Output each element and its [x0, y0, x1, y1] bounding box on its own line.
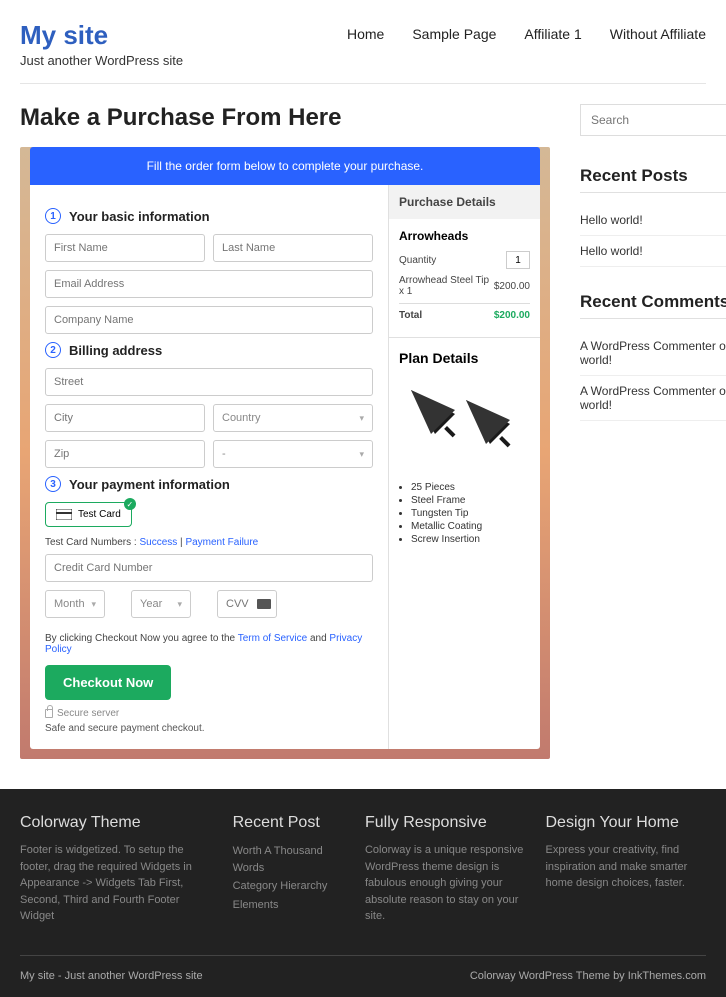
tcn-failure-link[interactable]: Payment Failure [185, 537, 258, 548]
secure-server-note: Secure server [45, 708, 373, 719]
feature-item: Steel Frame [411, 495, 530, 506]
city-input[interactable] [45, 404, 205, 432]
footer-col4-text: Express your creativity, find inspiratio… [545, 842, 706, 892]
email-input[interactable] [45, 270, 373, 298]
footer-post-link[interactable]: Elements [233, 896, 345, 915]
checkout-form: 1 Your basic information 2 Billing address… [30, 185, 388, 749]
checkout-button[interactable]: Checkout Now [45, 665, 171, 700]
line-item: Arrowhead Steel Tip x 1 [399, 275, 494, 297]
recent-post-link[interactable]: Hello world! [580, 236, 726, 267]
lock-icon [45, 709, 53, 718]
footer-col4-heading: Design Your Home [545, 814, 706, 832]
nav-without-affiliate[interactable]: Without Affiliate [610, 26, 706, 42]
footer-credit-right[interactable]: Colorway WordPress Theme by InkThemes.co… [470, 970, 706, 982]
total-value: $200.00 [494, 310, 530, 321]
card-icon [56, 509, 72, 520]
search-input[interactable] [591, 113, 726, 127]
nav-affiliate-1[interactable]: Affiliate 1 [524, 26, 581, 42]
state-select[interactable]: -▾ [213, 440, 373, 468]
plan-features-list: 25 Pieces Steel Frame Tungsten Tip Metal… [389, 474, 540, 562]
year-select[interactable]: Year▾ [131, 590, 191, 618]
first-name-input[interactable] [45, 234, 205, 262]
recent-comment-link[interactable]: A WordPress Commenter on Hello world! [580, 331, 726, 376]
feature-item: Tungsten Tip [411, 508, 530, 519]
brand: My site Just another WordPress site [20, 20, 183, 68]
chevron-down-icon: ▾ [359, 413, 364, 424]
line-price: $200.00 [494, 281, 530, 292]
page-title: Make a Purchase From Here [20, 104, 550, 132]
footer-col1-text: Footer is widgetized. To setup the foote… [20, 842, 213, 925]
purchase-form-wrap: Fill the order form below to complete yo… [20, 147, 550, 759]
month-select[interactable]: Month▾ [45, 590, 105, 618]
sidebar: Recent Posts Hello world! Hello world! R… [580, 104, 726, 759]
footer-col3-text: Colorway is a unique responsive WordPres… [365, 842, 526, 925]
footer-col1-heading: Colorway Theme [20, 814, 213, 832]
chevron-down-icon: ▾ [91, 599, 96, 610]
search-box[interactable] [580, 104, 726, 136]
nav-sample-page[interactable]: Sample Page [412, 26, 496, 42]
footer-post-link[interactable]: Worth A Thousand Words [233, 842, 345, 877]
last-name-input[interactable] [213, 234, 373, 262]
safe-checkout-note: Safe and secure payment checkout. [45, 723, 373, 734]
recent-post-link[interactable]: Hello world! [580, 205, 726, 236]
site-header: My site Just another WordPress site Home… [20, 20, 706, 84]
site-footer: Colorway Theme Footer is widgetized. To … [0, 789, 726, 997]
product-image [400, 379, 530, 469]
step-3-title: Your payment information [69, 477, 230, 492]
test-card-button[interactable]: Test Card [45, 502, 132, 527]
tcn-success-link[interactable]: Success [139, 537, 177, 548]
footer-post-link[interactable]: Category Hierarchy [233, 877, 345, 896]
nav-home[interactable]: Home [347, 26, 384, 42]
quantity-input[interactable] [506, 251, 530, 269]
feature-item: Metallic Coating [411, 521, 530, 532]
footer-credit-left: My site - Just another WordPress site [20, 970, 203, 982]
footer-col2-heading: Recent Post [233, 814, 345, 832]
step-1-title: Your basic information [69, 209, 210, 224]
recent-comment-link[interactable]: A WordPress Commenter on Hello world! [580, 376, 726, 421]
total-label: Total [399, 310, 422, 321]
site-tagline: Just another WordPress site [20, 53, 183, 68]
feature-item: Screw Insertion [411, 534, 530, 545]
recent-posts-heading: Recent Posts [580, 166, 726, 193]
checkout-disclaimer: By clicking Checkout Now you agree to th… [45, 633, 373, 655]
step-2-title: Billing address [69, 343, 162, 358]
test-card-numbers-note: Test Card Numbers : Success | Payment Fa… [45, 537, 373, 548]
chevron-down-icon: ▾ [359, 449, 364, 460]
main-nav: Home Sample Page Affiliate 1 Without Aff… [347, 20, 706, 42]
site-title[interactable]: My site [20, 20, 183, 51]
chevron-down-icon: ▾ [177, 599, 182, 610]
zip-input[interactable] [45, 440, 205, 468]
tos-link[interactable]: Term of Service [238, 633, 307, 644]
form-banner: Fill the order form below to complete yo… [30, 147, 540, 185]
step-1-icon: 1 [45, 208, 61, 224]
recent-comments-heading: Recent Comments [580, 292, 726, 319]
card-back-icon [257, 599, 271, 609]
purchase-details-panel: Purchase Details Arrowheads Quantity Arr… [388, 185, 540, 749]
country-select[interactable]: Country▾ [213, 404, 373, 432]
step-2-icon: 2 [45, 342, 61, 358]
company-input[interactable] [45, 306, 373, 334]
feature-item: 25 Pieces [411, 482, 530, 493]
plan-details-header: Plan Details [389, 338, 540, 374]
street-input[interactable] [45, 368, 373, 396]
qty-label: Quantity [399, 255, 436, 266]
product-title: Arrowheads [399, 229, 530, 243]
credit-card-input[interactable] [45, 554, 373, 582]
footer-col3-heading: Fully Responsive [365, 814, 526, 832]
purchase-details-header: Purchase Details [389, 185, 540, 219]
step-3-icon: 3 [45, 476, 61, 492]
